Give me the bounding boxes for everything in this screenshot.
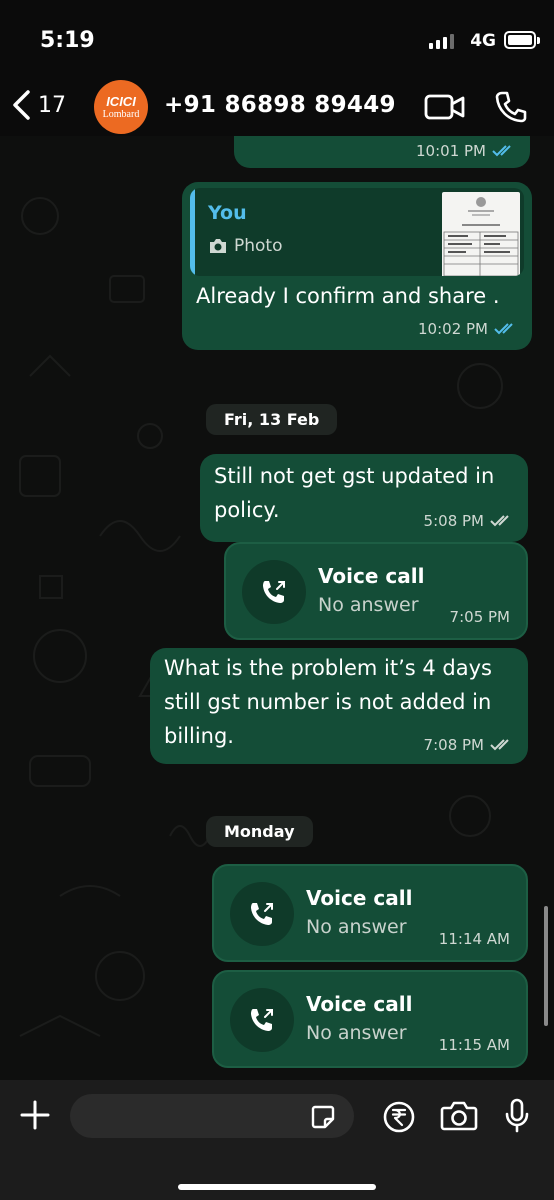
message-bubble-out[interactable]: What is the problem it’s 4 days still gs… [150,648,528,764]
camera-icon [440,1101,478,1131]
scroll-indicator[interactable] [544,906,548,1026]
plus-icon [20,1100,50,1130]
voice-call-card[interactable]: Voice call No answer 7:05 PM [224,542,528,640]
message-time: 11:14 AM [438,930,510,948]
status-time: 5:19 [40,28,95,53]
call-title: Voice call [318,564,425,588]
message-bubble-out[interactable]: You Photo Already I confirm and share . … [182,182,532,350]
voice-message-button[interactable] [504,1098,530,1139]
call-title: Voice call [306,992,413,1016]
message-meta: 7:08 PM [424,736,514,754]
back-button[interactable]: 17 [10,88,66,122]
quoted-message[interactable]: You Photo [190,188,524,276]
battery-icon [504,31,540,49]
delivered-ticks-icon [490,739,509,751]
delivered-ticks-icon [490,515,509,527]
avatar-logo-text: ICICI [106,94,136,109]
contact-name[interactable]: +91 86898 89449 [164,92,396,118]
message-meta: 11:15 AM [439,1036,510,1054]
message-meta: 10:02 PM [418,320,518,338]
date-separator: Monday [206,816,313,847]
message-time: 10:01 PM [416,142,486,160]
unread-count: 17 [38,92,66,118]
sticker-icon [311,1105,335,1129]
payment-button[interactable] [382,1100,416,1139]
outgoing-call-icon [251,903,273,925]
message-text-line: policy. [214,498,280,522]
call-icon-circle [242,560,306,624]
message-meta: 10:01 PM [416,142,516,160]
back-chevron-icon [13,90,30,120]
chat-area[interactable]: 10:01 PM You Photo Already I confirm and… [0,136,554,1080]
microphone-icon [505,1098,529,1133]
rupee-icon [383,1101,415,1133]
sticker-button[interactable] [310,1104,336,1135]
date-separator: Fri, 13 Feb [206,404,338,435]
video-call-button[interactable] [424,92,466,127]
message-meta: 11:14 AM [439,930,510,948]
quote-type-label: Photo [234,236,283,256]
message-bubble-out[interactable]: 10:01 PM [234,136,530,168]
call-status: No answer [306,1022,407,1044]
message-meta: 5:08 PM [424,512,514,530]
message-text-line: billing. [164,724,234,748]
read-ticks-icon [492,145,511,157]
avatar-logo-subtext: Lombard [102,109,140,120]
status-bar: 5:19 4G [0,0,554,80]
chat-header: 17 ICICI Lombard +91 86898 89449 [0,80,554,136]
message-text-line: still gst number is not added in [164,690,492,714]
quote-author: You [208,202,247,224]
signal-icon [429,34,454,49]
message-text-line: Still not get gst updated in [214,464,495,488]
call-icon-circle [230,882,294,946]
message-time: 7:05 PM [449,608,510,626]
attach-button[interactable] [18,1098,52,1137]
call-icon-circle [230,988,294,1052]
message-time: 10:02 PM [418,320,488,338]
message-bubble-out[interactable]: Still not get gst updated in policy. 5:0… [200,454,528,542]
photo-thumbnail [442,192,520,276]
home-indicator[interactable] [178,1184,376,1190]
phone-icon [495,91,527,123]
call-status: No answer [318,594,419,616]
voice-call-card[interactable]: Voice call No answer 11:14 AM [212,864,528,962]
call-status: No answer [306,916,407,938]
composer-bar [0,1080,554,1200]
message-time: 11:15 AM [438,1036,510,1054]
message-meta: 7:05 PM [450,608,510,626]
video-call-icon [424,94,465,120]
message-text: Already I confirm and share . [196,284,500,308]
camera-small-icon [210,239,226,253]
quote-type: Photo [208,236,283,256]
network-label: 4G [470,31,496,51]
camera-button[interactable] [440,1100,478,1137]
message-text-line: What is the problem it’s 4 days [164,656,492,680]
outgoing-call-icon [263,581,285,603]
read-ticks-icon [494,323,513,335]
message-time: 7:08 PM [423,736,484,754]
voice-call-button[interactable] [494,90,528,129]
avatar[interactable]: ICICI Lombard [94,80,148,134]
quote-accent-bar [190,188,195,276]
voice-call-card[interactable]: Voice call No answer 11:15 AM [212,970,528,1068]
outgoing-call-icon [251,1009,273,1031]
call-title: Voice call [306,886,413,910]
message-time: 5:08 PM [423,512,484,530]
